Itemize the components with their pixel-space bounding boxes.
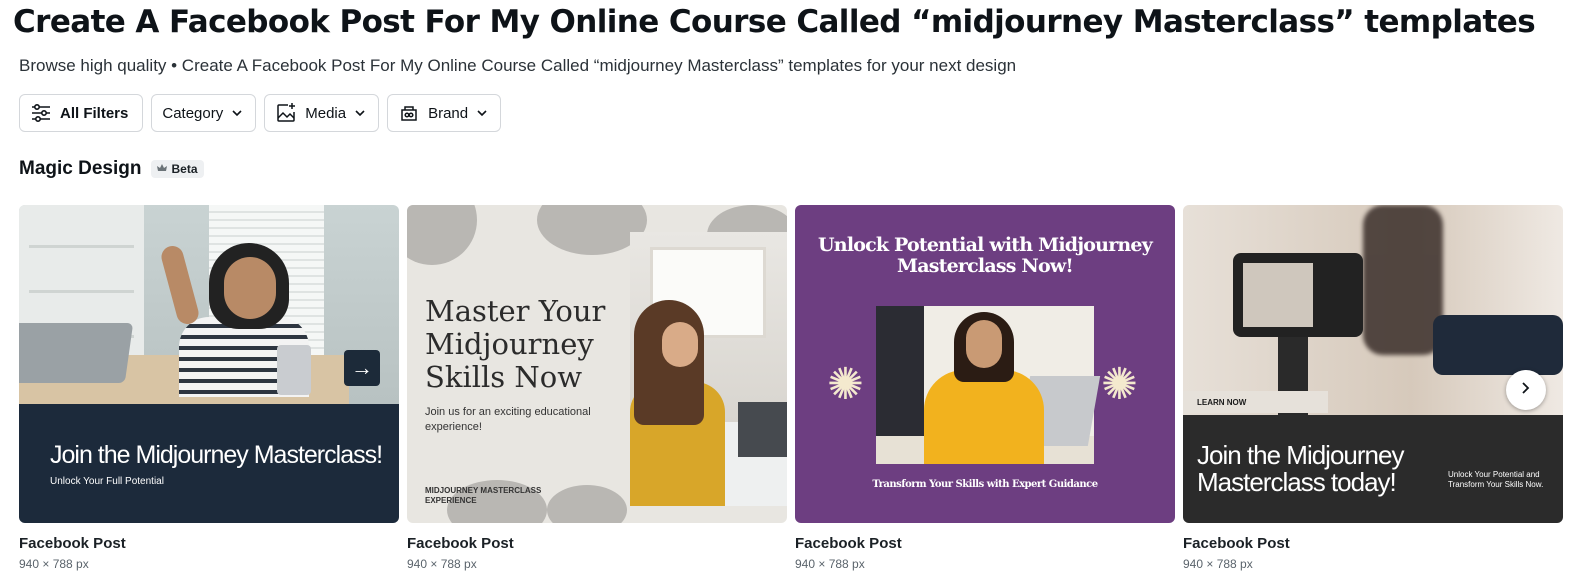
template-footer: MIDJOURNEY MASTERCLASS EXPERIENCE — [425, 486, 542, 505]
template-subline: Unlock Your Potential and Transform Your… — [1448, 470, 1544, 489]
filter-bar: All Filters Category Media Brand — [19, 94, 502, 132]
template-thumbnail[interactable]: Master Your Midjourney Skills Now Join u… — [407, 205, 787, 523]
chevron-down-icon — [354, 109, 366, 117]
card-dimensions: 940 × 788 px — [1183, 557, 1253, 571]
brand-label: Brand — [428, 104, 469, 122]
brand-kit-icon — [398, 102, 420, 124]
chevron-down-icon — [231, 109, 243, 117]
media-dropdown[interactable]: Media — [264, 94, 380, 132]
arrow-right-icon: → — [344, 350, 380, 386]
template-headline: Join the Midjourney Masterclass! — [50, 441, 383, 469]
magic-design-header: Magic Design Beta — [19, 158, 204, 180]
all-filters-label: All Filters — [60, 104, 129, 122]
carousel-next-button[interactable] — [1506, 370, 1546, 410]
beta-label: Beta — [171, 162, 198, 176]
brand-dropdown[interactable]: Brand — [387, 94, 502, 132]
card-title[interactable]: Facebook Post — [1183, 535, 1290, 552]
template-body: Join us for an exciting educational expe… — [425, 406, 591, 433]
chevron-down-icon — [476, 109, 488, 117]
card-dimensions: 940 × 788 px — [407, 557, 477, 571]
template-card[interactable]: Unlock Potential with Midjourney Masterc… — [795, 205, 1175, 571]
template-thumbnail[interactable]: LEARN NOW Join the Midjourney Masterclas… — [1183, 205, 1563, 523]
template-photo: → — [19, 205, 399, 404]
card-title[interactable]: Facebook Post — [407, 535, 514, 552]
template-headline: Unlock Potential with Midjourney Masterc… — [818, 234, 1153, 277]
learn-now-tag: LEARN NOW — [1183, 391, 1328, 413]
sparkle-icon: ✺ — [1101, 360, 1138, 409]
template-photo — [876, 306, 1101, 464]
template-card[interactable]: → Join the Midjourney Masterclass! Unloc… — [19, 205, 399, 571]
template-headline: Master Your Midjourney Skills Now — [425, 294, 606, 394]
template-subline: Unlock Your Full Potential — [50, 476, 164, 487]
section-title: Magic Design — [19, 158, 142, 179]
page-title: Create A Facebook Post For My Online Cou… — [13, 4, 1536, 40]
page-subtitle: Browse high quality • Create A Facebook … — [19, 56, 1017, 75]
all-filters-button[interactable]: All Filters — [19, 94, 144, 132]
media-label: Media — [305, 104, 347, 122]
category-label: Category — [162, 104, 224, 122]
sparkle-icon: ✺ — [827, 360, 864, 409]
template-thumbnail[interactable]: Unlock Potential with Midjourney Masterc… — [795, 205, 1175, 523]
template-headline: Join the Midjourney Masterclass today! — [1197, 440, 1404, 497]
card-title[interactable]: Facebook Post — [19, 535, 126, 552]
image-sparkle-icon — [275, 102, 297, 124]
crown-icon — [157, 162, 168, 176]
chevron-right-icon — [1520, 381, 1532, 400]
template-thumbnail[interactable]: → Join the Midjourney Masterclass! Unloc… — [19, 205, 399, 523]
template-subline: Transform Your Skills with Expert Guidan… — [872, 479, 1098, 490]
template-card[interactable]: LEARN NOW Join the Midjourney Masterclas… — [1183, 205, 1563, 571]
card-title[interactable]: Facebook Post — [795, 535, 902, 552]
card-dimensions: 940 × 788 px — [795, 557, 865, 571]
template-photo — [630, 232, 787, 506]
template-card[interactable]: Master Your Midjourney Skills Now Join u… — [407, 205, 787, 571]
sliders-icon — [30, 103, 52, 123]
beta-badge: Beta — [151, 160, 204, 178]
category-dropdown[interactable]: Category — [151, 94, 257, 132]
card-dimensions: 940 × 788 px — [19, 557, 89, 571]
